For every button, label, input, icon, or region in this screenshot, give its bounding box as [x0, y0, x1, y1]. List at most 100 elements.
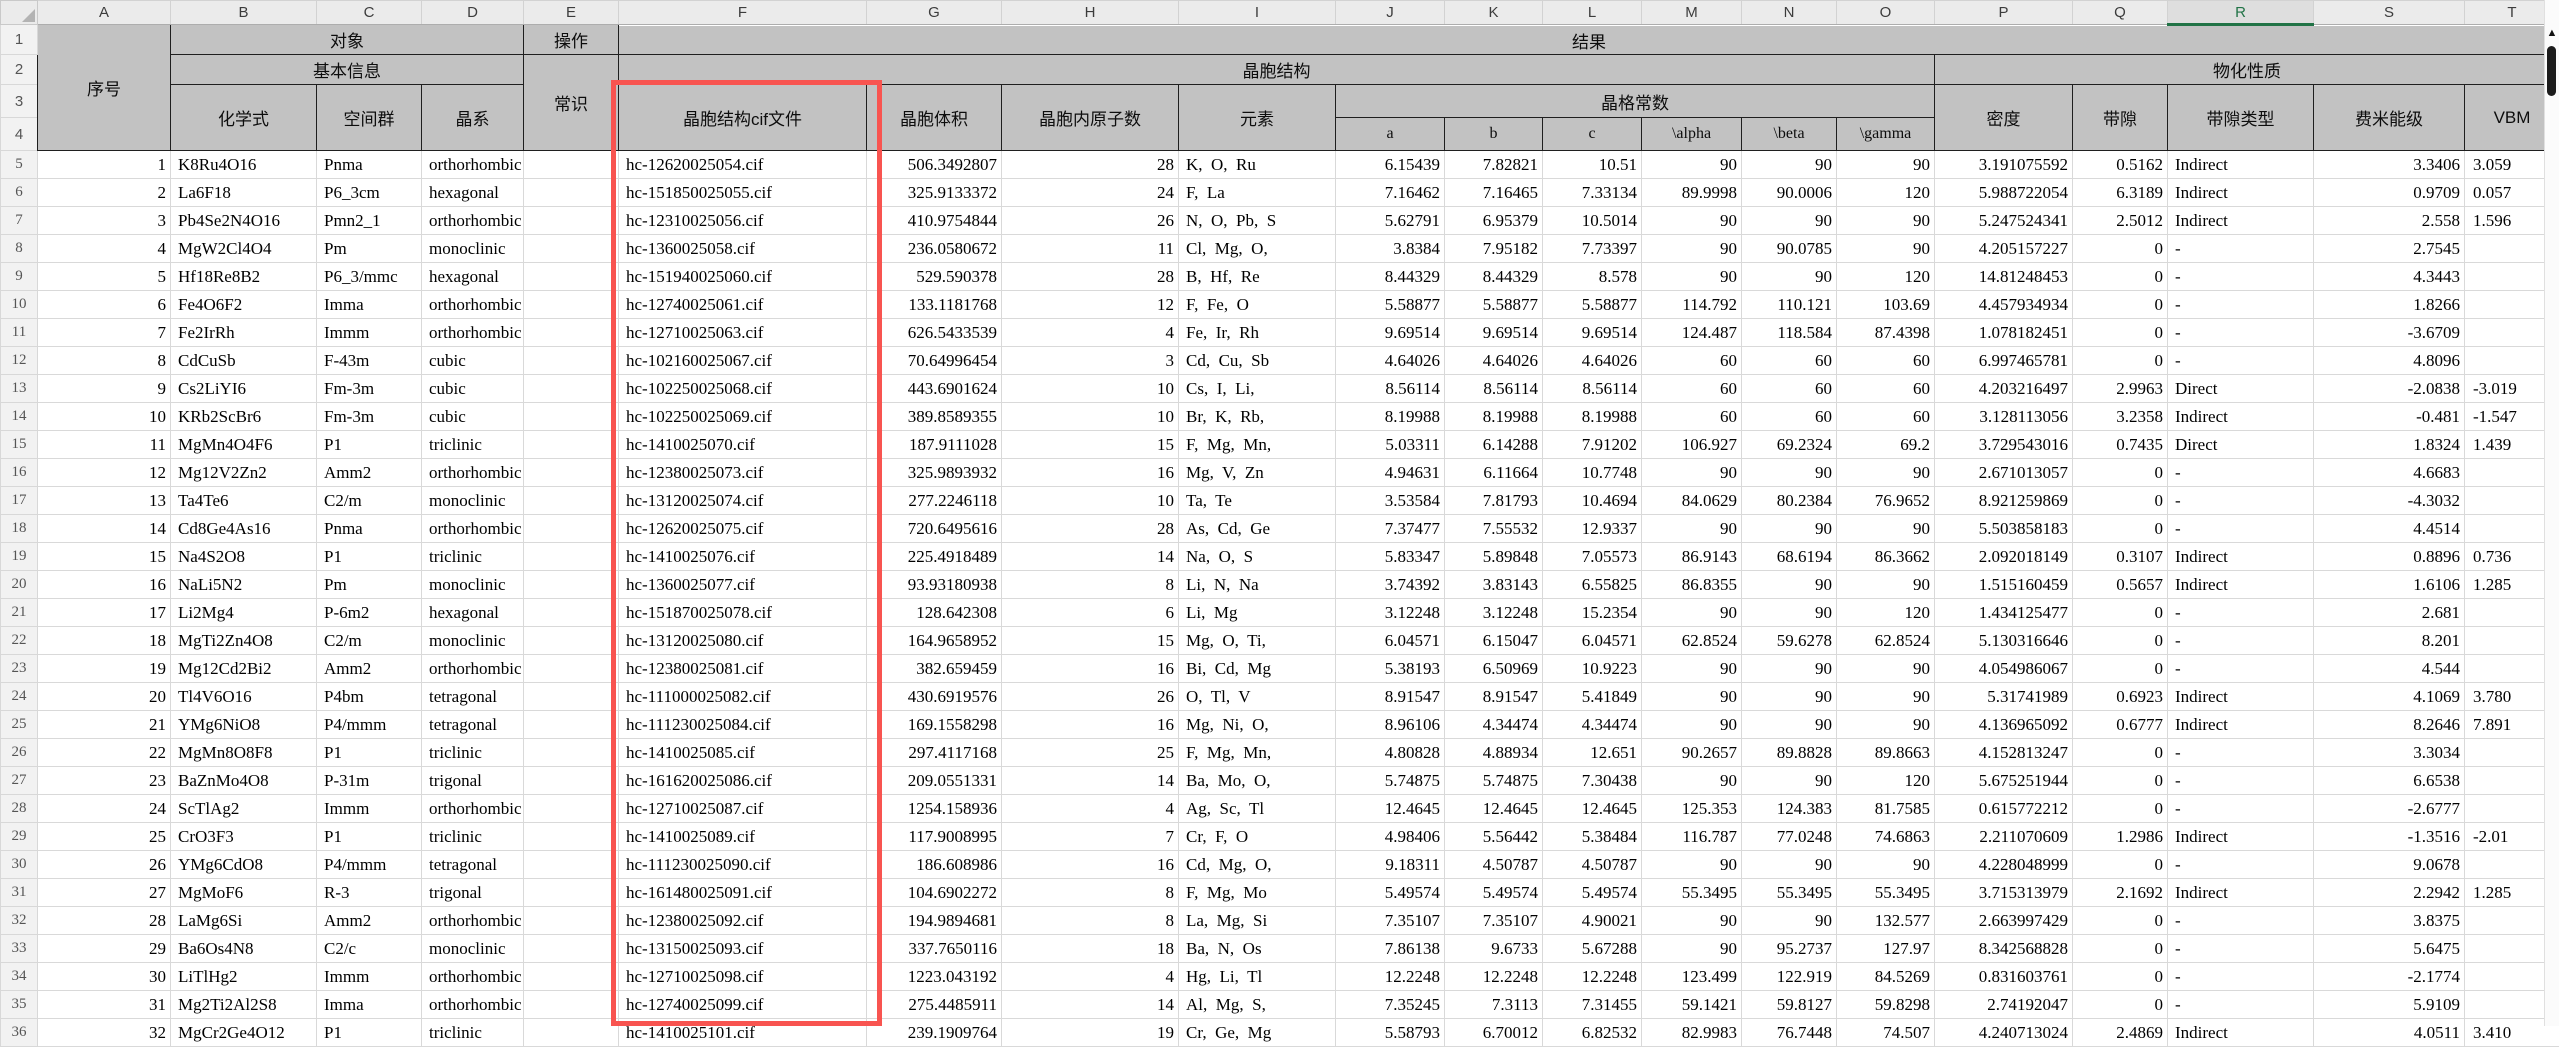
cell-beta[interactable]: 90.0006	[1742, 179, 1837, 207]
cell-serial-number[interactable]: 13	[38, 487, 171, 515]
cell-elements[interactable]: Cl, Mg, O,	[1179, 235, 1336, 263]
cell-b[interactable]: 4.50787	[1445, 851, 1543, 879]
cell-cif-file[interactable]: hc-12380025081.cif	[619, 655, 867, 683]
cell-empty[interactable]	[524, 291, 619, 319]
cell-fermi-level[interactable]: 8.201	[2314, 627, 2465, 655]
cell-b[interactable]: 6.70012	[1445, 1019, 1543, 1047]
cell-elements[interactable]: Na, O, S	[1179, 543, 1336, 571]
cell-band-gap[interactable]: 0.3107	[2073, 543, 2168, 571]
cell-density[interactable]: 5.503858183	[1935, 515, 2073, 543]
cell-space-group[interactable]: Amm2	[317, 907, 422, 935]
cell-band-gap[interactable]: 2.5012	[2073, 207, 2168, 235]
cell-serial-number[interactable]: 25	[38, 823, 171, 851]
cell-cif-file[interactable]: hc-151870025078.cif	[619, 599, 867, 627]
cell-space-group[interactable]: Pm	[317, 235, 422, 263]
row-number[interactable]: 27	[1, 767, 38, 795]
cell-gamma[interactable]: 90	[1837, 851, 1935, 879]
cell-beta[interactable]: 59.8127	[1742, 991, 1837, 1019]
cell-gamma[interactable]: 120	[1837, 599, 1935, 627]
cell-chemical-formula[interactable]: Na4S2O8	[171, 543, 317, 571]
cell-cif-file[interactable]: hc-12620025054.cif	[619, 151, 867, 179]
cell-c[interactable]: 4.90021	[1543, 907, 1642, 935]
cell-crystal-system[interactable]: tetragonal	[422, 683, 524, 711]
cell-cif-file[interactable]: hc-1360025077.cif	[619, 571, 867, 599]
cell-chemical-formula[interactable]: NaLi5N2	[171, 571, 317, 599]
cell-elements[interactable]: Bi, Cd, Mg	[1179, 655, 1336, 683]
cell-chemical-formula[interactable]: Pb4Se2N4O16	[171, 207, 317, 235]
cell-density[interactable]: 6.997465781	[1935, 347, 2073, 375]
cell-empty[interactable]	[524, 683, 619, 711]
cell-band-gap-type[interactable]: Indirect	[2168, 1019, 2314, 1047]
cell-atom-count[interactable]: 14	[1002, 767, 1179, 795]
cell-atom-count[interactable]: 4	[1002, 795, 1179, 823]
cell-atom-count[interactable]: 16	[1002, 711, 1179, 739]
cell-band-gap-type[interactable]: -	[2168, 795, 2314, 823]
cell-gamma[interactable]: 74.6863	[1837, 823, 1935, 851]
cell-density[interactable]: 3.191075592	[1935, 151, 2073, 179]
cell-alpha[interactable]: 59.1421	[1642, 991, 1742, 1019]
header-a[interactable]: a	[1336, 118, 1445, 151]
cell-band-gap-type[interactable]: -	[2168, 991, 2314, 1019]
cell-chemical-formula[interactable]: Mg12V2Zn2	[171, 459, 317, 487]
cell-alpha[interactable]: 106.927	[1642, 431, 1742, 459]
cell-gamma[interactable]: 86.3662	[1837, 543, 1935, 571]
header-cell-structure[interactable]: 晶胞结构	[619, 55, 1935, 85]
row-number[interactable]: 20	[1, 571, 38, 599]
cell-space-group[interactable]: F-43m	[317, 347, 422, 375]
cell-atom-count[interactable]: 26	[1002, 207, 1179, 235]
cell-beta[interactable]: 90	[1742, 711, 1837, 739]
cell-empty[interactable]	[524, 599, 619, 627]
cell-empty[interactable]	[524, 515, 619, 543]
cell-density[interactable]: 3.128113056	[1935, 403, 2073, 431]
cell-cell-volume[interactable]: 1254.158936	[867, 795, 1002, 823]
cell-space-group[interactable]: C2/m	[317, 627, 422, 655]
cell-cell-volume[interactable]: 277.2246118	[867, 487, 1002, 515]
cell-space-group[interactable]: P4/mmm	[317, 851, 422, 879]
cell-b[interactable]: 4.88934	[1445, 739, 1543, 767]
cell-fermi-level[interactable]: -2.0838	[2314, 375, 2465, 403]
cell-cell-volume[interactable]: 128.642308	[867, 599, 1002, 627]
cell-band-gap[interactable]: 6.3189	[2073, 179, 2168, 207]
cell-gamma[interactable]: 120	[1837, 767, 1935, 795]
cell-cif-file[interactable]: hc-102160025067.cif	[619, 347, 867, 375]
cell-elements[interactable]: F, Mg, Mn,	[1179, 431, 1336, 459]
cell-beta[interactable]: 122.919	[1742, 963, 1837, 991]
cell-atom-count[interactable]: 14	[1002, 543, 1179, 571]
cell-a[interactable]: 7.86138	[1336, 935, 1445, 963]
cell-crystal-system[interactable]: tetragonal	[422, 851, 524, 879]
cell-atom-count[interactable]: 3	[1002, 347, 1179, 375]
cell-empty[interactable]	[524, 851, 619, 879]
cell-density[interactable]: 4.457934934	[1935, 291, 2073, 319]
cell-empty[interactable]	[524, 543, 619, 571]
cell-cif-file[interactable]: hc-151850025055.cif	[619, 179, 867, 207]
cell-empty[interactable]	[524, 823, 619, 851]
cell-fermi-level[interactable]: 5.6475	[2314, 935, 2465, 963]
cell-density[interactable]: 1.515160459	[1935, 571, 2073, 599]
cell-cell-volume[interactable]: 410.9754844	[867, 207, 1002, 235]
cell-c[interactable]: 4.34474	[1543, 711, 1642, 739]
cell-cif-file[interactable]: hc-12710025098.cif	[619, 963, 867, 991]
cell-density[interactable]: 4.228048999	[1935, 851, 2073, 879]
cell-band-gap[interactable]: 2.9963	[2073, 375, 2168, 403]
cell-b[interactable]: 8.91547	[1445, 683, 1543, 711]
col-letter-O[interactable]: O	[1837, 1, 1935, 25]
cell-chemical-formula[interactable]: KRb2ScBr6	[171, 403, 317, 431]
cell-b[interactable]: 9.6733	[1445, 935, 1543, 963]
row-number[interactable]: 3	[1, 85, 38, 118]
cell-crystal-system[interactable]: orthorhombic	[422, 991, 524, 1019]
cell-beta[interactable]: 90	[1742, 683, 1837, 711]
cell-crystal-system[interactable]: trigonal	[422, 879, 524, 907]
cell-alpha[interactable]: 86.9143	[1642, 543, 1742, 571]
row-number[interactable]: 31	[1, 879, 38, 907]
cell-space-group[interactable]: Imma	[317, 291, 422, 319]
cell-band-gap[interactable]: 0	[2073, 263, 2168, 291]
cell-cell-volume[interactable]: 443.6901624	[867, 375, 1002, 403]
cell-serial-number[interactable]: 10	[38, 403, 171, 431]
cell-alpha[interactable]: 124.487	[1642, 319, 1742, 347]
cell-empty[interactable]	[524, 1019, 619, 1047]
cell-serial-number[interactable]: 7	[38, 319, 171, 347]
row-number[interactable]: 16	[1, 459, 38, 487]
header-band-gap-type[interactable]: 带隙类型	[2168, 85, 2314, 151]
header-cell-volume[interactable]: 晶胞体积	[867, 85, 1002, 151]
header-alpha[interactable]: \alpha	[1642, 118, 1742, 151]
